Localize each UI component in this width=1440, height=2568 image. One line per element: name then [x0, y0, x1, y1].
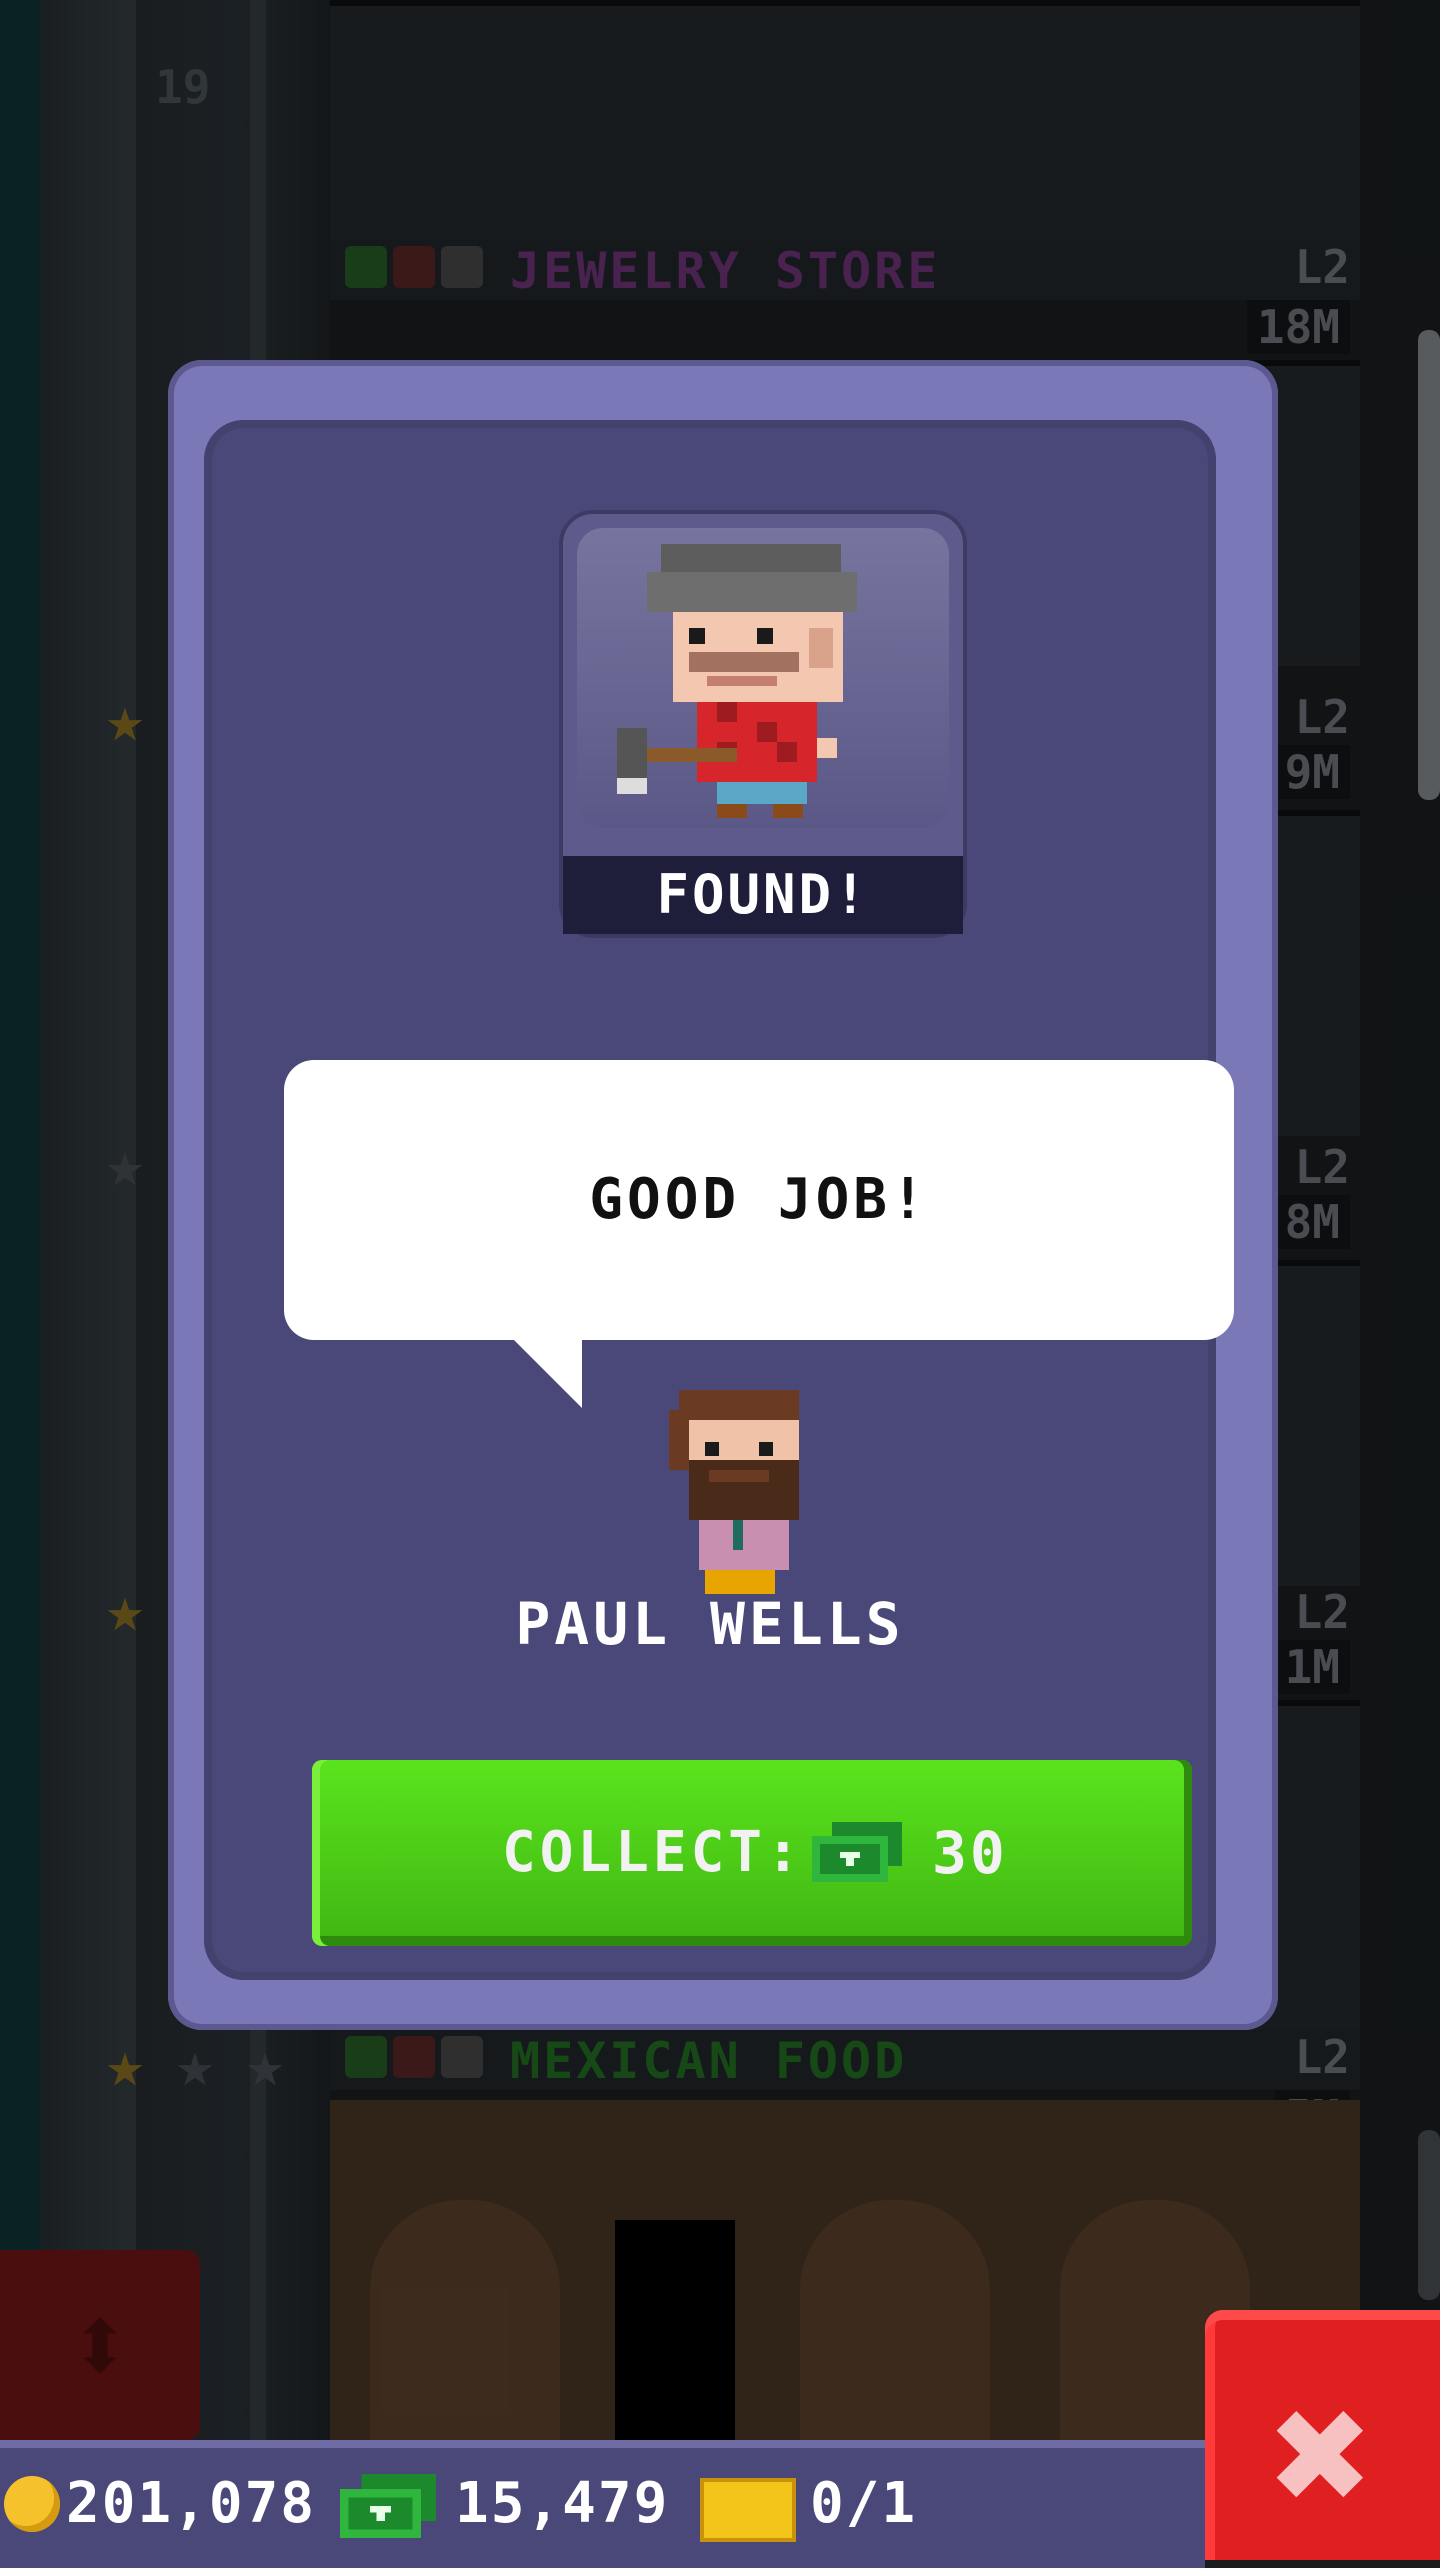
found-portrait: FOUND! [559, 510, 967, 938]
bearded-man-avatar [669, 1390, 799, 1594]
ticket-count: 0/1 [810, 2471, 918, 2536]
golden-ticket-icon [700, 2478, 796, 2542]
speech-bubble-tail [512, 1338, 582, 1408]
bitizen-found-dialog: FOUND! GOOD JOB! PAUL WELLS COLLECT: 30 [168, 360, 1278, 2030]
bux-icon [340, 2474, 436, 2538]
collect-amount: 30 [932, 1819, 1008, 1887]
speaker-avatar [669, 1390, 809, 1600]
close-icon: ✖ [1271, 2356, 1374, 2554]
currency-status-bar: 201,078 15,479 0/1 [0, 2440, 1205, 2568]
speech-bubble: GOOD JOB! [284, 1060, 1234, 1408]
collect-button[interactable]: COLLECT: 30 [312, 1760, 1192, 1946]
speaker-name: PAUL WELLS [515, 1590, 905, 1658]
coin-icon [4, 2476, 60, 2532]
bux-icon [812, 1822, 902, 1882]
bux-count: 15,479 [455, 2471, 670, 2536]
found-label: FOUND! [563, 856, 963, 934]
dialog-panel: FOUND! GOOD JOB! PAUL WELLS COLLECT: 30 [204, 420, 1234, 1980]
portrait-frame [577, 528, 949, 828]
coin-count: 201,078 [66, 2471, 317, 2536]
lumberjack-avatar [617, 544, 857, 818]
speech-text: GOOD JOB! [589, 1167, 929, 1232]
collect-label: COLLECT: [502, 1820, 804, 1885]
close-button[interactable]: ✖ [1205, 2310, 1440, 2560]
